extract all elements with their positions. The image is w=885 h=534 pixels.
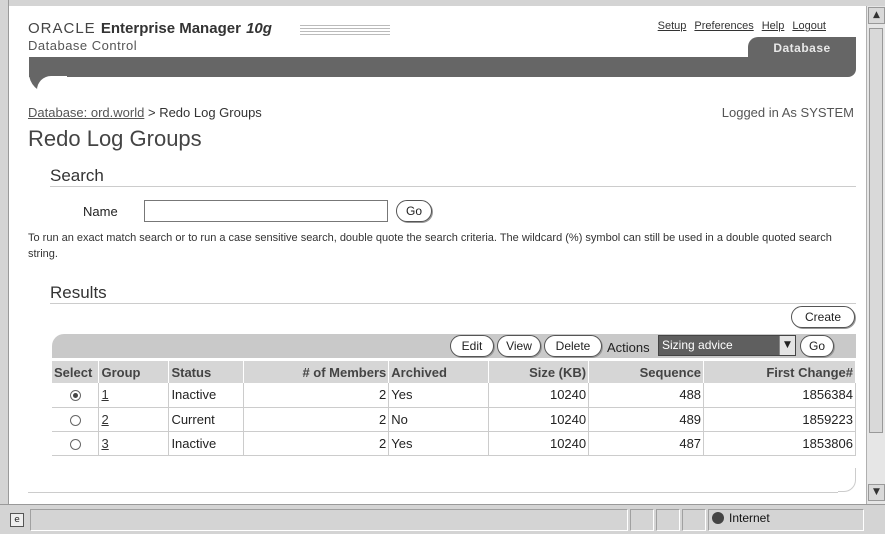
page-bottom-curve — [838, 468, 856, 492]
results-heading: Results — [50, 283, 107, 302]
group-link[interactable]: 3 — [101, 436, 108, 451]
first-change-cell: 1859223 — [703, 407, 856, 432]
sequence-cell: 488 — [588, 383, 705, 408]
help-link[interactable]: Help — [762, 20, 785, 32]
delete-button[interactable]: Delete — [544, 335, 602, 357]
column-header-status[interactable]: Status — [168, 361, 245, 383]
first-change-cell: 1853806 — [703, 431, 856, 456]
select-radio[interactable] — [69, 390, 81, 402]
group-link[interactable]: 1 — [101, 387, 108, 402]
results-heading-rule — [50, 303, 856, 304]
actions-go-button[interactable]: Go — [800, 335, 834, 357]
select-radio[interactable] — [69, 438, 81, 450]
select-cell — [52, 431, 100, 456]
status-cell: Current — [168, 407, 245, 432]
scroll-down-icon[interactable]: ▼ — [868, 484, 885, 501]
column-header-members[interactable]: # of Members — [243, 361, 390, 383]
header-band — [29, 57, 856, 77]
column-header-group[interactable]: Group — [98, 361, 170, 383]
security-zone-label: Internet — [729, 511, 770, 525]
table-row: 1 Inactive 2 Yes 10240 488 1856384 — [52, 383, 856, 408]
size-cell: 10240 — [488, 383, 590, 408]
global-links: Setup Preferences Help Logout — [658, 20, 826, 32]
page-title: Redo Log Groups — [28, 126, 202, 151]
globe-icon — [712, 512, 724, 524]
sequence-cell: 487 — [588, 431, 705, 456]
redo-log-groups-table: Select Group Status # of Members Archive… — [52, 361, 856, 456]
vertical-scrollbar[interactable]: ▲ ▼ — [866, 6, 885, 504]
sequence-cell: 489 — [588, 407, 705, 432]
logo-stripes-decoration — [300, 23, 390, 35]
column-header-archived[interactable]: Archived — [388, 361, 490, 383]
search-heading-rule — [50, 186, 856, 187]
status-cell-2 — [656, 509, 680, 531]
window-left-border — [0, 0, 9, 504]
actions-selected-value: Sizing advice — [662, 338, 733, 352]
logout-link[interactable]: Logout — [792, 20, 826, 32]
members-cell: 2 — [243, 407, 390, 432]
name-search-input[interactable] — [144, 200, 388, 222]
product-name: Enterprise Manager — [100, 20, 241, 37]
chevron-down-icon[interactable]: ▼ — [779, 336, 795, 355]
breadcrumb-current: Redo Log Groups — [159, 105, 262, 120]
view-button[interactable]: View — [497, 335, 541, 357]
column-header-select: Select — [52, 361, 100, 383]
select-cell — [52, 383, 100, 408]
status-message-cell — [30, 509, 628, 531]
group-cell: 1 — [98, 383, 170, 408]
oracle-logo: ORACLE Enterprise Manager 10g Database C… — [28, 20, 272, 53]
size-cell: 10240 — [488, 431, 590, 456]
column-header-size[interactable]: Size (KB) — [488, 361, 590, 383]
page-bottom-rule — [28, 492, 838, 493]
scroll-up-icon[interactable]: ▲ — [868, 7, 885, 24]
group-cell: 3 — [98, 431, 170, 456]
table-header-row: Select Group Status # of Members Archive… — [52, 361, 856, 383]
breadcrumb-database-link[interactable]: Database: ord.world — [28, 105, 144, 120]
table-row: 3 Inactive 2 Yes 10240 487 1853806 — [52, 431, 856, 456]
table-row: 2 Current 2 No 10240 489 1859223 — [52, 407, 856, 432]
group-cell: 2 — [98, 407, 170, 432]
preferences-link[interactable]: Preferences — [694, 20, 753, 32]
members-cell: 2 — [243, 383, 390, 408]
members-cell: 2 — [243, 431, 390, 456]
select-radio[interactable] — [69, 414, 81, 426]
security-zone: Internet — [712, 511, 770, 525]
edit-button[interactable]: Edit — [450, 335, 494, 357]
tab-database[interactable]: Database — [748, 37, 856, 59]
product-subtitle: Database Control — [28, 38, 138, 53]
column-header-first-change[interactable]: First Change# — [703, 361, 856, 383]
brand-name: ORACLE — [28, 20, 96, 37]
status-cell-3 — [682, 509, 706, 531]
setup-link[interactable]: Setup — [658, 20, 687, 32]
scrollbar-thumb[interactable] — [869, 28, 883, 433]
search-heading: Search — [50, 166, 104, 185]
page-content: ORACLE Enterprise Manager 10g Database C… — [10, 6, 866, 504]
breadcrumb-separator: > — [147, 105, 156, 120]
create-button[interactable]: Create — [791, 306, 855, 328]
select-cell — [52, 407, 100, 432]
first-change-cell: 1856384 — [703, 383, 856, 408]
page-icon: e — [10, 513, 24, 527]
logged-in-user: Logged in As SYSTEM — [721, 105, 854, 120]
group-link[interactable]: 2 — [101, 412, 108, 427]
actions-select[interactable]: Sizing advice ▼ — [658, 335, 796, 356]
product-version: 10g — [246, 20, 272, 37]
browser-statusbar: e Internet — [0, 504, 885, 534]
status-cell: Inactive — [168, 383, 245, 408]
column-header-sequence[interactable]: Sequence — [588, 361, 705, 383]
archived-cell: Yes — [388, 383, 490, 408]
header-band-curve-cut — [37, 76, 67, 96]
name-label: Name — [83, 204, 118, 219]
search-hint: To run an exact match search or to run a… — [28, 232, 832, 260]
status-cell-1 — [630, 509, 654, 531]
size-cell: 10240 — [488, 407, 590, 432]
search-go-button[interactable]: Go — [396, 200, 432, 222]
status-cell: Inactive — [168, 431, 245, 456]
actions-label: Actions — [607, 340, 650, 355]
archived-cell: Yes — [388, 431, 490, 456]
breadcrumb: Database: ord.world > Redo Log Groups — [28, 105, 262, 120]
archived-cell: No — [388, 407, 490, 432]
